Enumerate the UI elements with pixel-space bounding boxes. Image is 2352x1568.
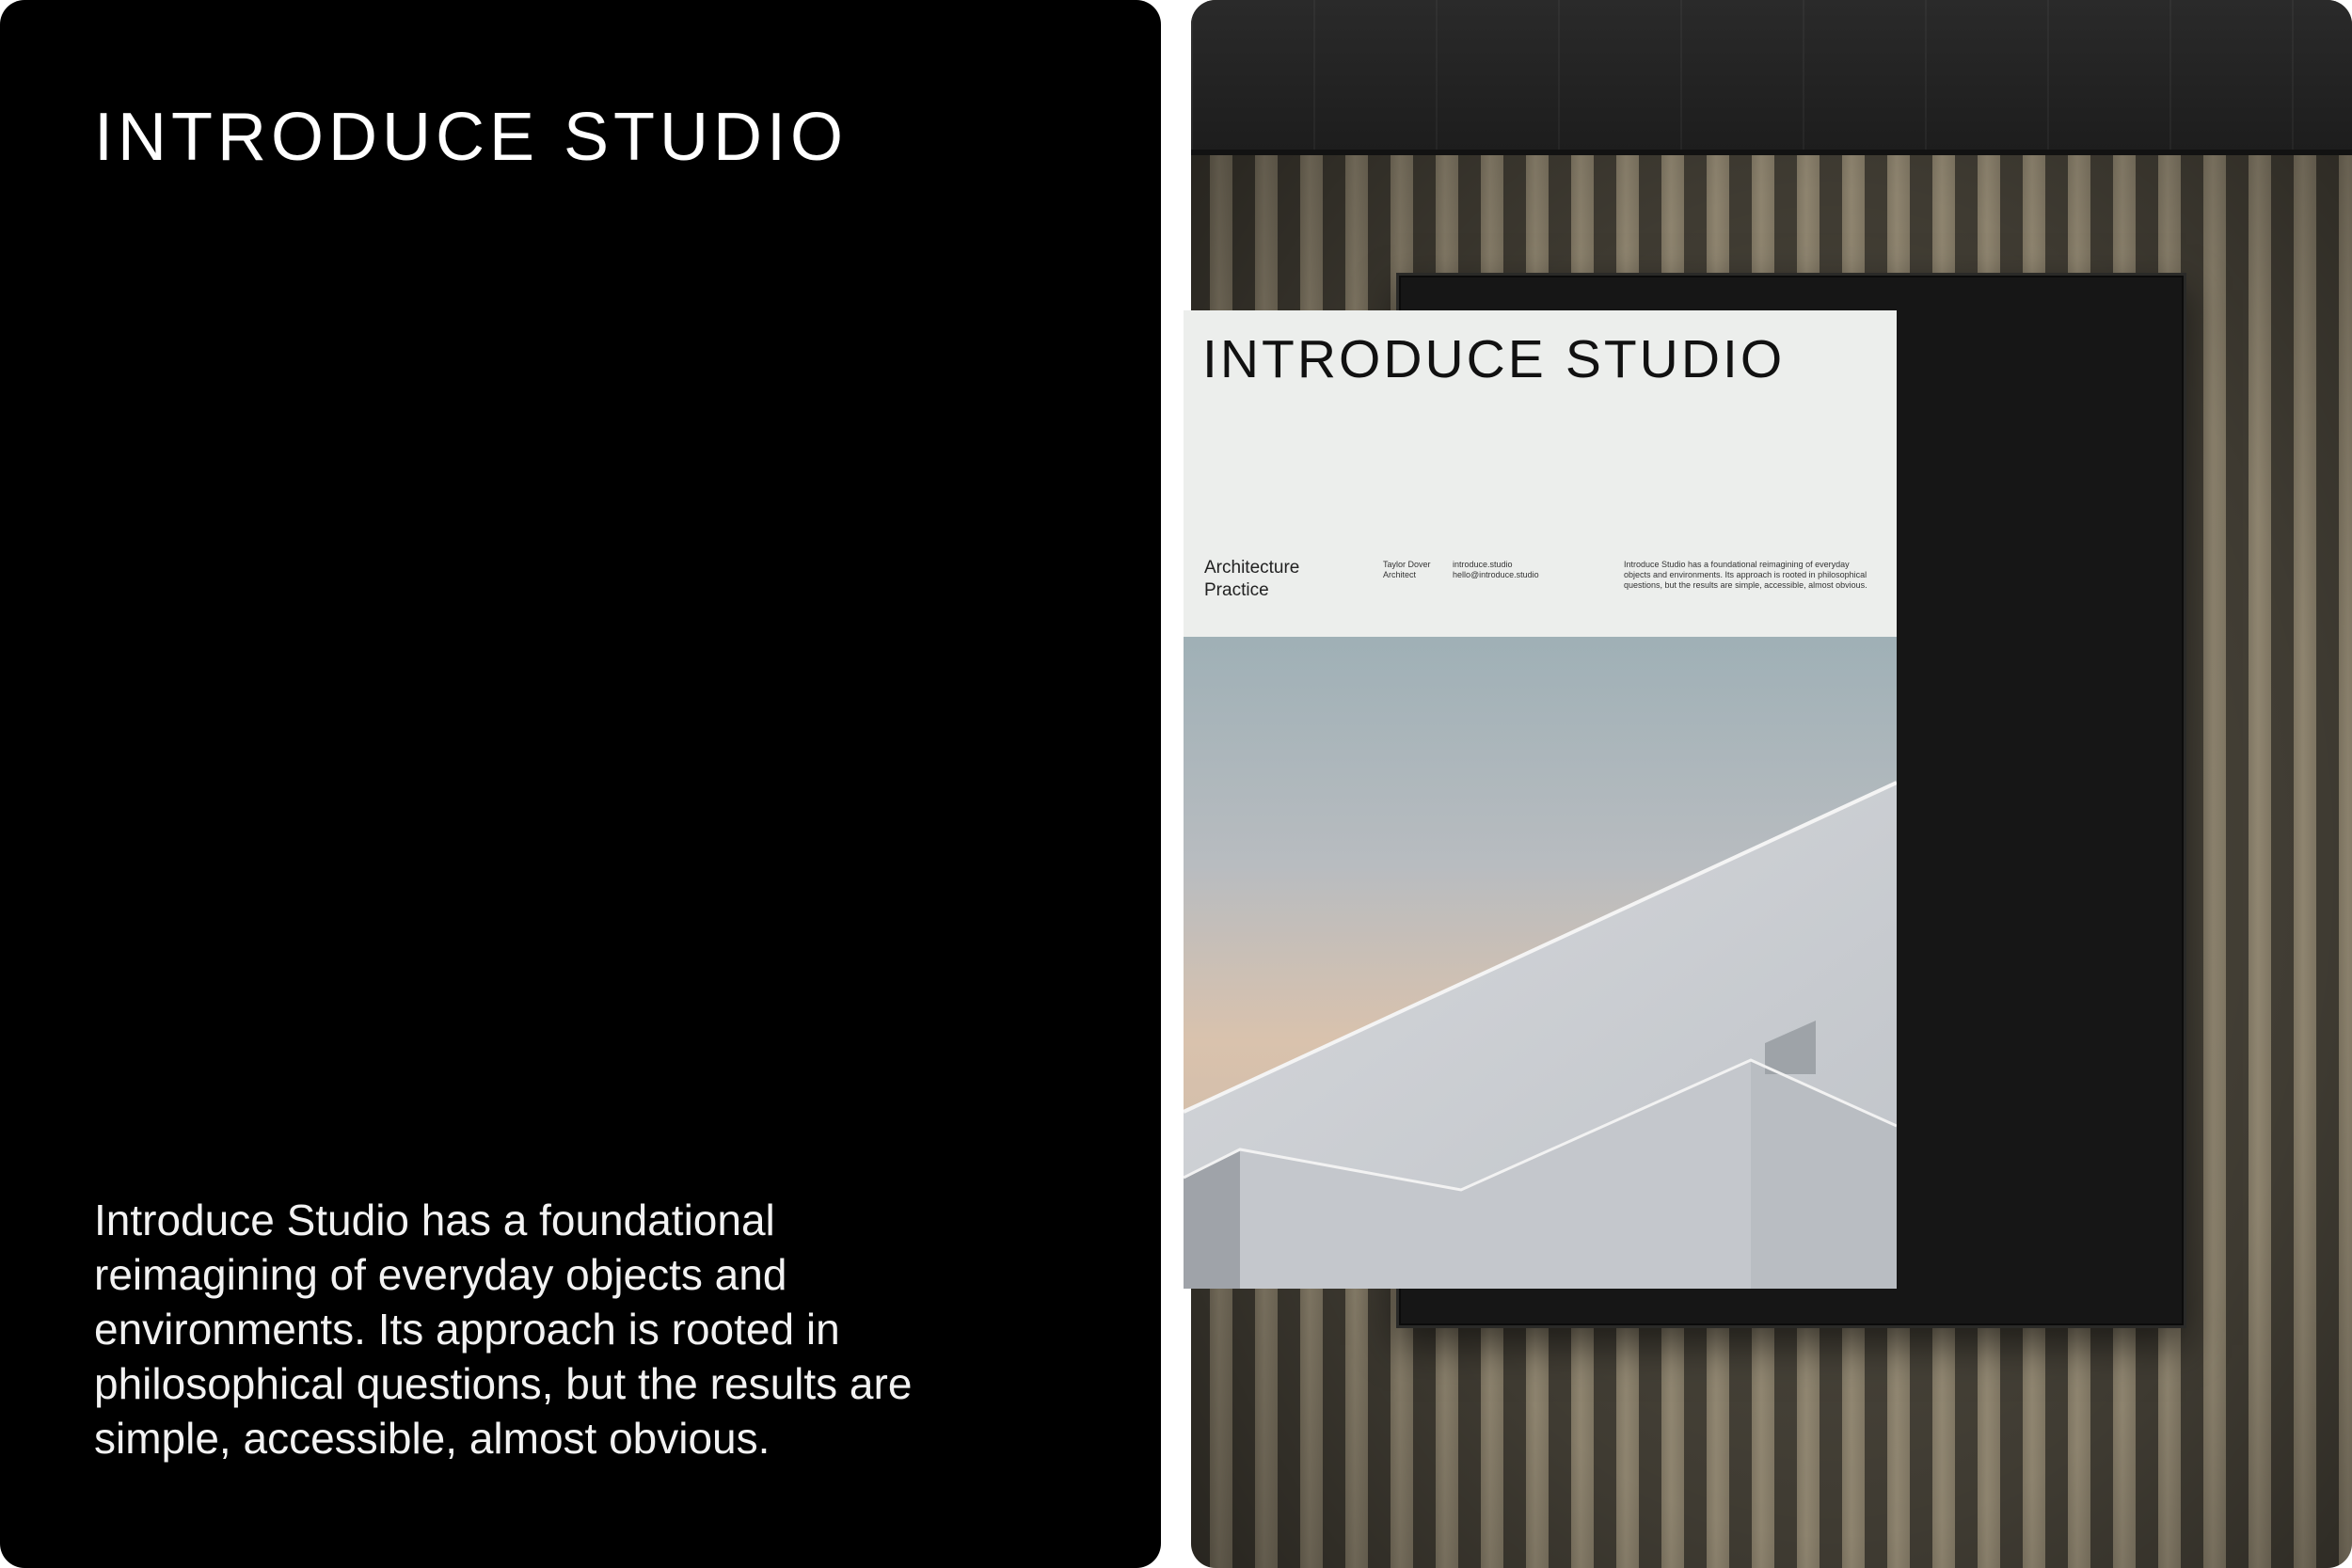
- brand-card: INTRODUCE STUDIO Introduce Studio has a f…: [0, 0, 1161, 1568]
- brand-logo-word-2: STUDIO: [564, 100, 849, 175]
- poster-blurb: Introduce Studio has a foundational reim…: [1624, 560, 1867, 590]
- poster-person-role: Architect: [1383, 570, 1417, 579]
- poster-logo-word-2: STUDIO: [1565, 329, 1786, 389]
- poster-contact-person: Taylor Dover Architect: [1383, 560, 1458, 580]
- architecture-photo: [1184, 637, 1897, 1289]
- poster-title-line-2: Practice: [1204, 580, 1269, 600]
- brand-logo-word-1: INTRODUCE: [94, 100, 539, 175]
- poster-title: Architecture Practice: [1204, 557, 1364, 602]
- brand-logo: INTRODUCE STUDIO: [94, 103, 848, 171]
- ceiling-panel: [1191, 0, 2352, 155]
- poster-email: hello@introduce.studio: [1453, 570, 1539, 579]
- poster-logo-word-1: INTRODUCE: [1202, 329, 1547, 389]
- poster-website: introduce.studio: [1453, 560, 1513, 569]
- poster-title-line-1: Architecture: [1204, 558, 1300, 578]
- poster: INTRODUCE STUDIO Architecture Practice Ta…: [1184, 310, 1897, 1289]
- poster-person-name: Taylor Dover: [1383, 560, 1431, 569]
- poster-contact-web: introduce.studio hello@introduce.studio: [1453, 560, 1565, 580]
- poster-logo: INTRODUCE STUDIO: [1202, 333, 1785, 387]
- brand-description: Introduce Studio has a foundational reim…: [94, 1196, 913, 1463]
